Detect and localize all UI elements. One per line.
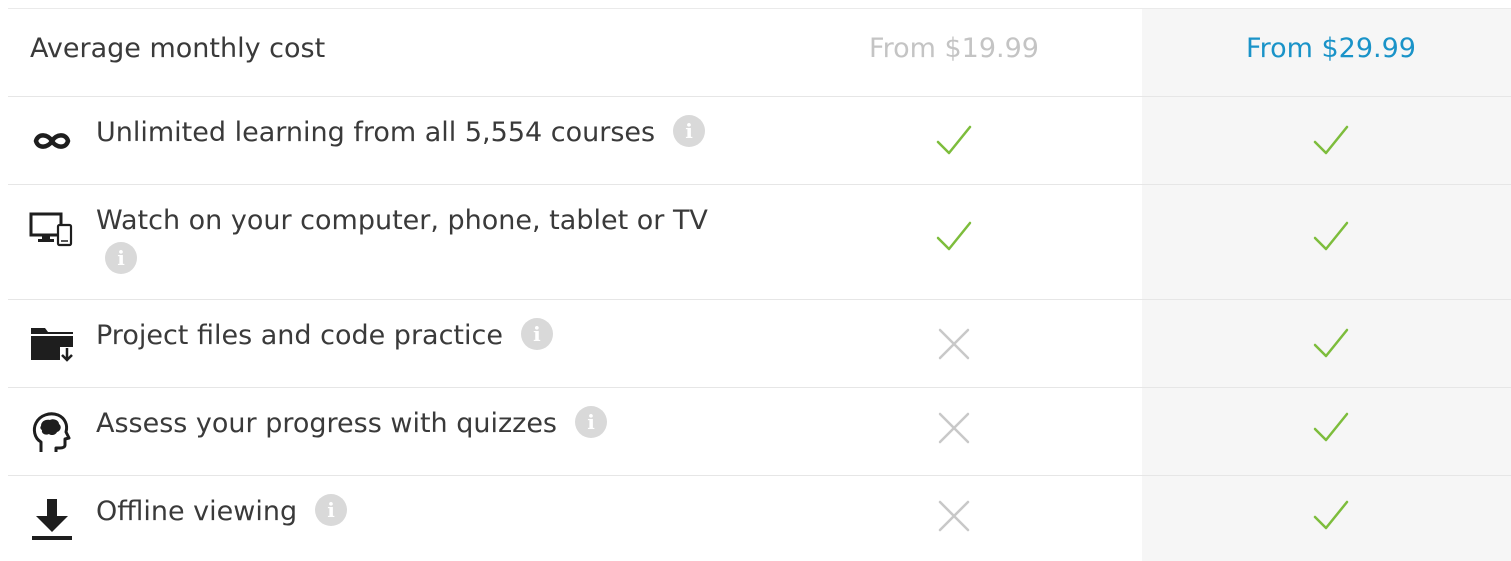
basic-cross-icon [938,328,970,360]
feature-row-project-files: Project files and code practice i [8,300,1511,388]
premium-check-icon [1313,125,1349,155]
devices-icon [29,212,73,247]
info-icon[interactable]: i [105,242,137,274]
basic-check-icon [936,221,972,251]
brain-head-icon [32,412,71,452]
feature-label: Unlimited learning from all 5,554 course… [96,114,706,151]
folder-download-icon [31,328,74,363]
basic-cross-icon [938,500,970,532]
feature-row-quizzes: Assess your progress with quizzes i [8,388,1511,476]
premium-check-icon [1313,221,1349,251]
basic-check-icon [936,125,972,155]
infinity-icon [33,133,71,149]
download-icon [32,499,72,540]
info-icon[interactable]: i [315,493,348,526]
feature-label: Project files and code practice i [96,317,553,354]
info-icon[interactable]: i [673,114,706,147]
premium-check-icon [1313,500,1349,530]
feature-label: Watch on your computer, phone, tablet or… [96,205,708,236]
price-row: Average monthly cost From $19.99 From $2… [8,9,1511,97]
premium-check-icon [1313,328,1349,358]
info-icon[interactable]: i [575,405,608,438]
feature-row-offline-viewing: Offline viewing i [8,476,1511,561]
basic-cross-icon [938,412,970,444]
feature-label: Offline viewing i [96,493,348,530]
feature-row-unlimited-learning: Unlimited learning from all 5,554 course… [8,97,1511,185]
premium-check-icon [1313,412,1349,442]
plan-comparison-table: Average monthly cost From $19.99 From $2… [0,0,1511,561]
info-icon[interactable]: i [520,317,553,350]
feature-label: Assess your progress with quizzes i [96,405,608,442]
premium-price: From $29.99 [1246,33,1416,64]
feature-row-watch-devices: Watch on your computer, phone, tablet or… [8,185,1511,300]
price-row-label: Average monthly cost [30,33,326,64]
basic-price: From $19.99 [869,33,1039,64]
